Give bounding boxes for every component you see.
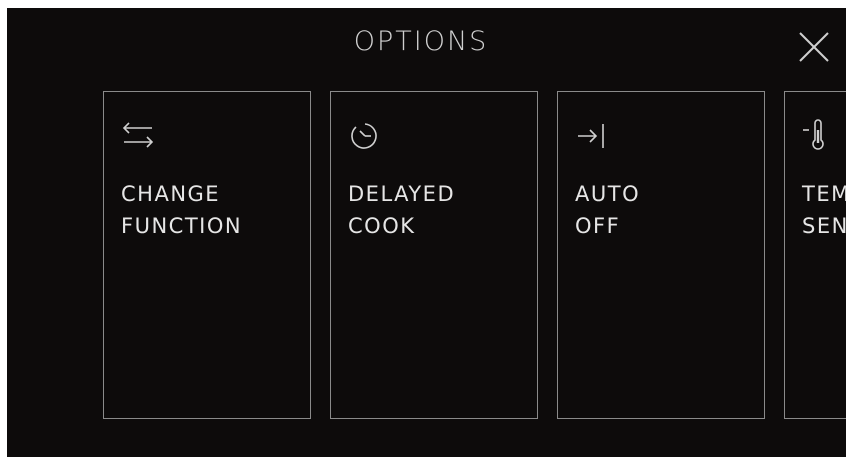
close-button[interactable]	[797, 30, 831, 64]
option-card-change-function[interactable]: CHANGE FUNCTION	[103, 91, 311, 419]
clock-icon	[347, 118, 383, 154]
options-screen: OPTIONS CHANGE FUNCTION DELAYED COOK AUT…	[7, 8, 846, 457]
option-label-line2: COOK	[348, 214, 416, 238]
option-label: DELAYED COOK	[348, 178, 455, 242]
option-card-delayed-cook[interactable]: DELAYED COOK	[330, 91, 538, 419]
options-carousel[interactable]: CHANGE FUNCTION DELAYED COOK AUTO OFF TE…	[103, 91, 846, 421]
swap-arrows-icon	[120, 118, 156, 154]
option-label-line1: CHANGE	[121, 182, 221, 206]
option-label-line1: DELAYED	[348, 182, 456, 206]
close-icon	[797, 30, 831, 64]
option-label-line2: OFF	[575, 214, 621, 238]
option-label-line2: SENSOR	[802, 214, 846, 238]
option-label: TEMP SENSOR	[802, 178, 846, 242]
option-card-temp-sensor[interactable]: TEMP SENSOR	[784, 91, 846, 419]
page-title: OPTIONS	[353, 26, 489, 57]
option-label-line1: TEMP	[802, 182, 846, 206]
option-label: AUTO OFF	[575, 178, 640, 242]
option-label: CHANGE FUNCTION	[121, 178, 242, 242]
arrow-to-bar-icon	[574, 118, 610, 154]
option-label-line2: FUNCTION	[121, 214, 243, 238]
option-card-auto-off[interactable]: AUTO OFF	[557, 91, 765, 419]
option-label-line1: AUTO	[575, 182, 641, 206]
thermometer-icon	[801, 118, 837, 154]
